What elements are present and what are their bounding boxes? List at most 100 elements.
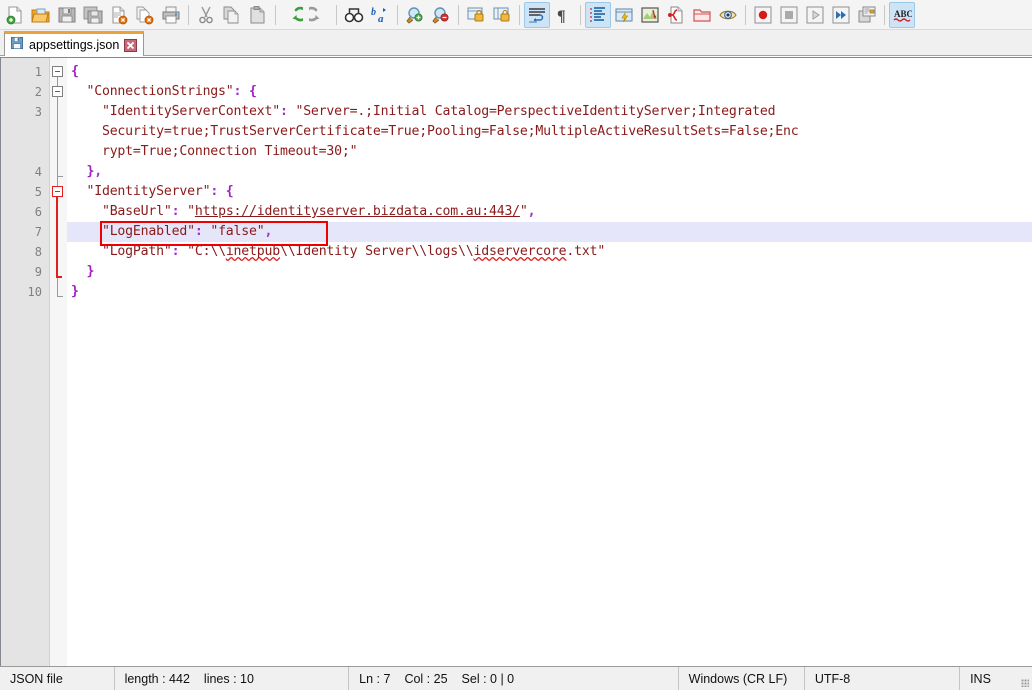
line-number — [1, 142, 49, 162]
status-file-type: JSON file — [0, 667, 115, 690]
line-number: 5 — [34, 185, 42, 199]
fold-collapse-icon[interactable] — [52, 66, 63, 77]
code-token[interactable]: https://identityserver.bizdata.com.au:44… — [195, 204, 520, 219]
fold-row — [50, 142, 67, 162]
line-number: 8 — [34, 245, 42, 259]
code-token: "Server=.;Initial Catalog=PerspectiveIde… — [295, 104, 776, 119]
sync-vertical-scroll-icon[interactable] — [463, 2, 489, 28]
code-line[interactable]: "BaseUrl": "https://identityserver.bizda… — [67, 202, 1032, 222]
show-all-characters-icon[interactable]: ¶ — [550, 2, 576, 28]
code-token: } — [71, 284, 79, 299]
code-line[interactable]: "ConnectionStrings": { — [67, 82, 1032, 102]
macro-run-multiple-icon[interactable] — [828, 2, 854, 28]
code-token: "IdentityServerContext" — [71, 104, 280, 119]
status-encoding[interactable]: UTF-8 — [805, 667, 961, 690]
toolbar-separator — [519, 4, 520, 25]
new-file-icon[interactable] — [2, 2, 28, 28]
close-file-icon[interactable] — [106, 2, 132, 28]
status-insert-mode[interactable]: INS — [960, 667, 1016, 690]
fold-row — [50, 262, 67, 282]
code-line[interactable]: } — [67, 262, 1032, 282]
code-editor[interactable]: 1 2 3 4 5 6 7 8 9 10 { "ConnectionStrings": { "Id… — [0, 57, 1032, 666]
folder-as-workspace-icon[interactable] — [689, 2, 715, 28]
fold-row — [50, 202, 67, 222]
code-token: : — [171, 244, 188, 259]
document-map-icon[interactable] — [637, 2, 663, 28]
code-folding-margin[interactable] — [49, 58, 67, 666]
cut-icon[interactable] — [193, 2, 219, 28]
macro-play-icon[interactable] — [802, 2, 828, 28]
code-token: : — [233, 84, 250, 99]
code-token: "BaseUrl" — [71, 204, 172, 219]
copy-icon[interactable] — [219, 2, 245, 28]
status-lines: lines : 10 — [203, 671, 254, 686]
macro-record-icon[interactable] — [750, 2, 776, 28]
toolbar-separator — [188, 4, 189, 25]
word-wrap-icon[interactable] — [524, 1, 550, 28]
code-line-current[interactable]: "LogEnabled": "false", — [67, 222, 1032, 242]
code-line[interactable]: "IdentityServerContext": "Server=.;Initi… — [67, 102, 1032, 122]
fold-collapse-icon[interactable] — [52, 86, 63, 97]
code-token: } — [71, 264, 95, 279]
sync-horizontal-scroll-icon[interactable] — [489, 2, 515, 28]
code-token: , — [527, 204, 536, 219]
fold-end-marker — [56, 276, 62, 278]
replace-icon[interactable]: b a — [367, 2, 393, 28]
zoom-out-icon[interactable] — [428, 2, 454, 28]
open-file-icon[interactable] — [28, 2, 54, 28]
function-list-icon[interactable] — [663, 2, 689, 28]
code-line[interactable]: { — [67, 62, 1032, 82]
macro-save-icon[interactable] — [854, 2, 880, 28]
toolbar-separator — [336, 4, 337, 25]
find-icon[interactable] — [341, 2, 367, 28]
code-line[interactable]: "IdentityServer": { — [67, 182, 1032, 202]
code-token: inetpub — [225, 244, 280, 259]
line-number: 3 — [34, 105, 42, 119]
code-line[interactable]: Security=true;TrustServerCertificate=Tru… — [67, 122, 1032, 142]
redo-icon[interactable] — [306, 2, 332, 28]
document-preview-icon[interactable] — [715, 2, 741, 28]
print-icon[interactable] — [158, 2, 184, 28]
paste-icon[interactable] — [245, 2, 271, 28]
code-token: .txt" — [566, 244, 606, 259]
line-number: 2 — [34, 85, 42, 99]
line-number: 1 — [34, 65, 42, 79]
code-line[interactable]: } — [67, 282, 1032, 302]
close-all-icon[interactable] — [132, 2, 158, 28]
line-number: 7 — [34, 225, 42, 239]
show-indent-guide-icon[interactable] — [585, 1, 611, 28]
toolbar: b a ¶ ABC — [0, 0, 1032, 30]
code-line[interactable]: "LogPath": "C:\\inetpub\\Identity Server… — [67, 242, 1032, 262]
code-line[interactable]: rypt=True;Connection Timeout=30;" — [67, 142, 1032, 162]
svg-text:b: b — [371, 7, 376, 18]
status-eol-format[interactable]: Windows (CR LF) — [679, 667, 805, 690]
line-number: 6 — [34, 205, 42, 219]
undo-icon[interactable] — [280, 2, 306, 28]
fold-row — [50, 102, 67, 122]
svg-text:a: a — [378, 13, 384, 25]
zoom-in-icon[interactable] — [402, 2, 428, 28]
fold-line — [56, 197, 58, 277]
macro-stop-icon[interactable] — [776, 2, 802, 28]
save-icon[interactable] — [54, 2, 80, 28]
code-line[interactable]: }, — [67, 162, 1032, 182]
resize-grip[interactable] — [1017, 667, 1032, 690]
code-token: "ConnectionStrings" — [71, 84, 234, 99]
code-token: \\Identity Server\\logs\\ — [280, 244, 474, 259]
code-token: , — [264, 224, 273, 239]
close-icon[interactable] — [124, 38, 138, 52]
code-token: Security=true;TrustServerCertificate=Tru… — [71, 124, 799, 139]
toolbar-separator — [580, 4, 581, 25]
user-defined-dialog-icon[interactable] — [611, 2, 637, 28]
status-length-lines: length : 442 lines : 10 — [115, 667, 350, 690]
code-token: { — [249, 84, 257, 99]
tab-bar: appsettings.json — [0, 30, 1032, 56]
fold-collapse-icon[interactable] — [52, 186, 63, 197]
spell-check-icon[interactable]: ABC — [889, 1, 915, 28]
tab-appsettings-json[interactable]: appsettings.json — [4, 31, 145, 56]
save-all-icon[interactable] — [80, 2, 106, 28]
status-sel: Sel : 0 | 0 — [461, 671, 515, 686]
toolbar-separator — [884, 4, 885, 25]
code-text-area[interactable]: { "ConnectionStrings": { "IdentityServer… — [67, 58, 1032, 666]
fold-row — [50, 242, 67, 262]
